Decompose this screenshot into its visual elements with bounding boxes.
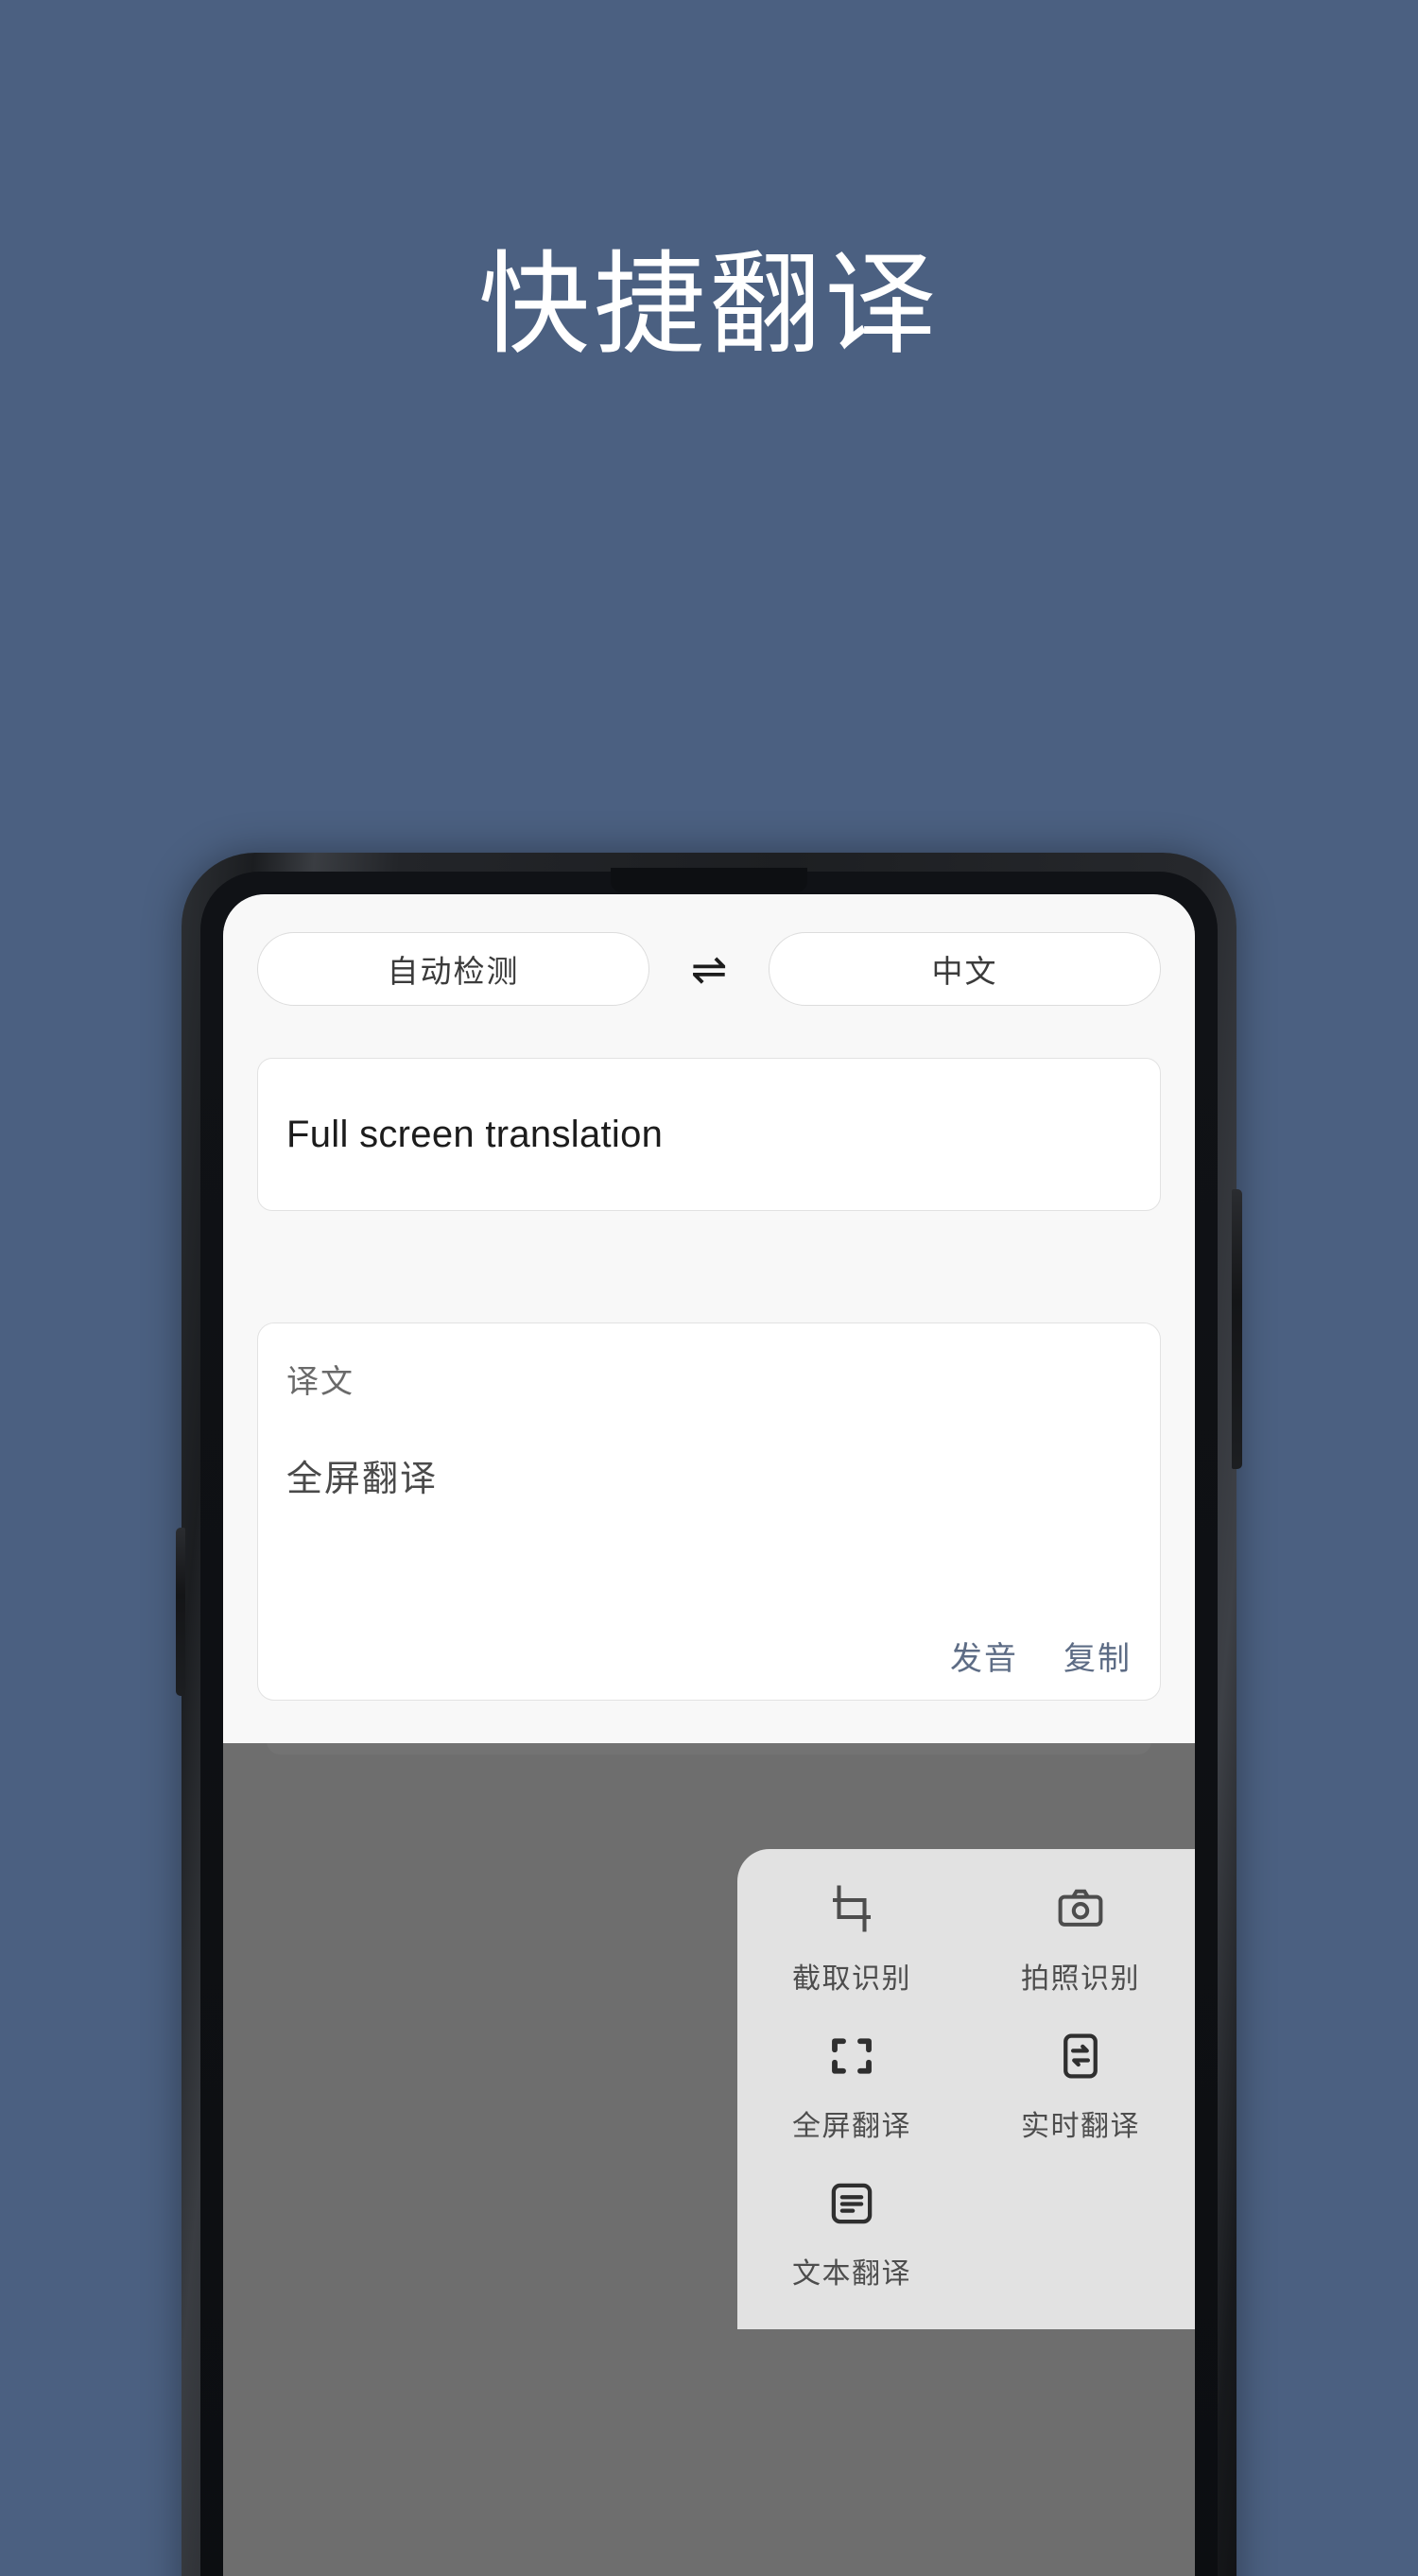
function-item-label: 全屏翻译 [792,2111,911,2142]
translation-result-box: 译文 全屏翻译 发音 复制 [257,1323,1161,1701]
phone-device-mockup: 全屏翻译目标语言 中文 › 实时翻译识别语言 英文 › 实时 [176,853,1242,2576]
text-document-icon [831,2183,873,2224]
language-selector-bar: 自动检测 ⇌ 中文 [257,932,1161,1006]
crop-icon [832,1885,872,1932]
source-text-input[interactable]: Full screen translation [257,1058,1161,1211]
result-label: 译文 [286,1364,354,1400]
swap-languages-icon[interactable]: ⇌ [666,947,752,991]
function-item-text-translate[interactable]: 文本翻译 [737,2178,966,2291]
result-text: 全屏翻译 [286,1460,439,1499]
result-action-bar: 发音 复制 [950,1633,1132,1679]
function-item-label: 实时翻译 [1021,2111,1140,2142]
phone-power-button[interactable] [176,1528,185,1696]
speak-button[interactable]: 发音 [950,1633,1018,1679]
camera-icon [1058,1889,1103,1927]
phone-notch [611,868,807,892]
quick-translate-card: 自动检测 ⇌ 中文 Full screen translation 译文 全屏翻… [223,894,1195,1743]
function-item-photo-recognize[interactable]: 拍照识别 [966,1883,1195,1997]
phone-volume-button[interactable] [1232,1189,1242,1469]
fullscreen-icon [832,2038,872,2074]
page-title: 快捷翻译 [477,243,940,368]
function-item-label: 文本翻译 [792,2258,911,2290]
realtime-translate-icon [1064,2033,1098,2079]
function-popup-grid: 截取识别 拍照识别 全屏翻译 实时翻译 文本翻译 [737,1883,1195,2291]
source-language-chip[interactable]: 自动检测 [257,932,649,1006]
function-item-crop-recognize[interactable]: 截取识别 [737,1883,966,1997]
function-item-label: 拍照识别 [1021,1963,1140,1995]
target-language-chip[interactable]: 中文 [769,932,1161,1006]
function-popup-menu: 截取识别 拍照识别 全屏翻译 实时翻译 文本翻译 [737,1849,1195,2329]
phone-screen: 全屏翻译目标语言 中文 › 实时翻译识别语言 英文 › 实时 [223,894,1195,2576]
copy-button[interactable]: 复制 [1064,1633,1132,1679]
function-item-fullscreen-translate[interactable]: 全屏翻译 [737,2031,966,2144]
function-item-label: 截取识别 [792,1963,911,1995]
function-item-realtime-translate[interactable]: 实时翻译 [966,2031,1195,2144]
